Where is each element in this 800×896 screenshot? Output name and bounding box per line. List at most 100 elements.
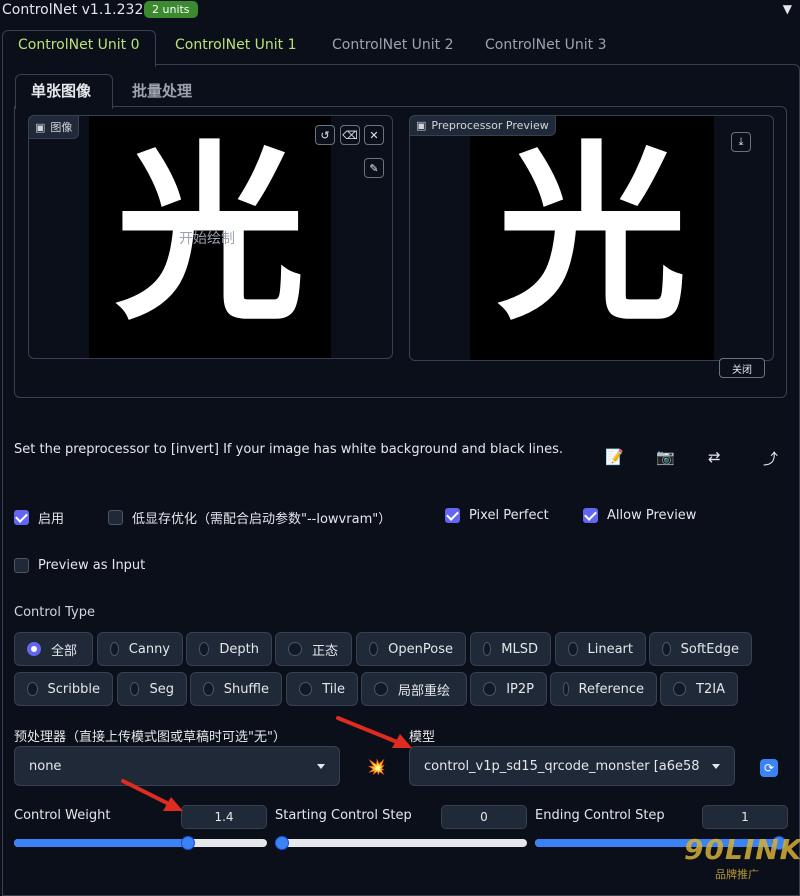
edit-icon[interactable]: 📝	[605, 448, 624, 466]
control-type-openpose[interactable]: OpenPose	[356, 632, 466, 666]
control-type-t2ia[interactable]: T2IA	[660, 672, 738, 706]
control-type-canny[interactable]: Canny	[97, 632, 183, 666]
slider-thumb[interactable]	[181, 836, 195, 850]
allow-preview-label: Allow Preview	[607, 508, 697, 523]
control-type-inpaint[interactable]: 局部重绘	[361, 672, 467, 706]
undo-icon[interactable]: ↺	[315, 125, 335, 145]
tab-unit-2[interactable]: ControlNet Unit 2	[332, 37, 454, 53]
close-preview-button[interactable]: 关闭	[719, 358, 765, 378]
radio-icon[interactable]	[369, 642, 379, 656]
control-type-ip2p[interactable]: IP2P	[470, 672, 547, 706]
radio-label: 正态	[312, 643, 339, 659]
radio-icon[interactable]	[483, 642, 492, 656]
allow-preview-checkbox[interactable]: Allow Preview	[583, 508, 696, 523]
control-type-scribble[interactable]: Scribble	[14, 672, 113, 706]
radio-icon[interactable]	[27, 682, 38, 696]
tab-unit-0[interactable]: ControlNet Unit 0	[18, 37, 140, 53]
radio-icon[interactable]	[130, 682, 140, 696]
annotation-arrow-weight	[121, 779, 183, 811]
chevron-down-icon	[317, 763, 325, 769]
radio-icon[interactable]	[199, 642, 210, 656]
tab-batch[interactable]: 批量处理	[132, 80, 192, 101]
swap-icon[interactable]: ⇄	[708, 448, 721, 466]
control-type-mlsd[interactable]: MLSD	[470, 632, 551, 666]
radio-icon[interactable]	[299, 682, 313, 696]
control-weight-slider[interactable]	[14, 836, 267, 850]
annotation-arrow-model	[336, 716, 412, 748]
download-icon[interactable]: ⤓	[731, 132, 751, 152]
preview-as-input-checkbox[interactable]: Preview as Input	[14, 558, 145, 573]
accordion-title[interactable]: ControlNet v1.1.232	[2, 2, 143, 18]
control-type-seg[interactable]: Seg	[117, 672, 187, 706]
radio-icon[interactable]	[483, 682, 497, 696]
radio-selected-icon[interactable]	[27, 642, 41, 656]
enable-checkbox[interactable]: 启用	[14, 508, 64, 527]
close-icon[interactable]: ✕	[364, 125, 384, 145]
checkbox-checked-icon[interactable]	[14, 510, 29, 525]
control-type-shuffle[interactable]: Shuffle	[190, 672, 282, 706]
ending-step-input[interactable]: 1	[702, 805, 788, 829]
radio-icon[interactable]	[203, 682, 214, 696]
run-preprocessor-icon[interactable]: 💥	[367, 758, 386, 776]
radio-icon[interactable]	[110, 642, 119, 656]
watermark-subtitle: 品牌推广	[715, 868, 759, 881]
checkbox-unchecked-icon[interactable]	[108, 510, 123, 525]
radio-icon[interactable]	[288, 642, 302, 656]
ending-step-label: Ending Control Step	[535, 808, 665, 823]
tab-single-image[interactable]: 单张图像	[31, 80, 91, 101]
control-weight-label: Control Weight	[14, 808, 111, 823]
model-dropdown[interactable]: control_v1p_sd15_qrcode_monster [a6e5899	[409, 746, 735, 786]
radio-label: 局部重绘	[398, 683, 451, 699]
radio-icon[interactable]	[374, 682, 388, 696]
tab-unit-3[interactable]: ControlNet Unit 3	[485, 37, 607, 53]
control-type-reference[interactable]: Reference	[550, 672, 657, 706]
control-weight-input[interactable]: 1.4	[181, 805, 267, 829]
pixel-perfect-checkbox[interactable]: Pixel Perfect	[445, 508, 549, 523]
lowvram-label: 低显存优化（需配合启动参数"--lowvram"）	[132, 512, 392, 527]
radio-label: Shuffle	[223, 681, 269, 697]
checkbox-checked-icon[interactable]	[583, 508, 598, 523]
camera-icon[interactable]: 📷	[656, 448, 675, 466]
units-badge: 2 units	[144, 1, 198, 18]
radio-label: T2IA	[696, 681, 725, 697]
radio-icon[interactable]	[563, 682, 569, 696]
radio-label: IP2P	[506, 681, 534, 697]
lowvram-checkbox[interactable]: 低显存优化（需配合启动参数"--lowvram"）	[108, 508, 391, 527]
preview-as-input-label: Preview as Input	[38, 558, 146, 573]
radio-label: Reference	[578, 681, 644, 697]
starting-step-label: Starting Control Step	[275, 808, 412, 823]
preprocessor-preview: 光 ▣ Preprocessor Preview ⤓	[409, 115, 774, 361]
checkbox-checked-icon[interactable]	[445, 508, 460, 523]
tab-unit-1[interactable]: ControlNet Unit 1	[175, 37, 297, 53]
control-type-softedge[interactable]: SoftEdge	[649, 632, 752, 666]
send-dimensions-icon[interactable]: ⤴	[763, 448, 778, 469]
starting-step-input[interactable]: 0	[441, 805, 527, 829]
control-type-all[interactable]: 全部	[14, 632, 93, 666]
image-label-text: 图像	[50, 121, 73, 134]
preprocessor-hint: Set the preprocessor to [invert] If your…	[14, 442, 564, 457]
eraser-icon[interactable]: ⌫	[340, 125, 360, 145]
preprocessor-label: 预处理器（直接上传模式图或草稿时可选"无"）	[14, 730, 286, 745]
radio-label: 全部	[51, 643, 78, 659]
preview-canvas: 光	[470, 116, 714, 360]
start-drawing-hint[interactable]: 开始绘制	[179, 228, 235, 248]
control-type-depth[interactable]: Depth	[186, 632, 272, 666]
radio-icon[interactable]	[673, 682, 687, 696]
control-type-lineart[interactable]: Lineart	[555, 632, 646, 666]
radio-label: Tile	[322, 681, 345, 697]
triangle-down-icon[interactable]: ▼	[783, 2, 792, 16]
radio-label: OpenPose	[388, 641, 453, 657]
refresh-icon[interactable]: ⟳	[760, 759, 778, 777]
pixel-perfect-label: Pixel Perfect	[469, 508, 549, 523]
radio-label: MLSD	[501, 641, 538, 657]
image-input[interactable]: 光 ▣ 图像 开始绘制 ↺ ⌫ ✕ ✎	[28, 115, 393, 359]
brush-icon[interactable]: ✎	[364, 158, 384, 178]
radio-icon[interactable]	[662, 642, 671, 656]
slider-thumb[interactable]	[275, 836, 289, 850]
slider-track[interactable]	[275, 839, 527, 847]
checkbox-unchecked-icon[interactable]	[14, 558, 29, 573]
control-type-tile[interactable]: Tile	[286, 672, 358, 706]
radio-icon[interactable]	[568, 642, 578, 656]
starting-step-slider[interactable]	[275, 836, 527, 850]
control-type-normal[interactable]: 正态	[275, 632, 352, 666]
